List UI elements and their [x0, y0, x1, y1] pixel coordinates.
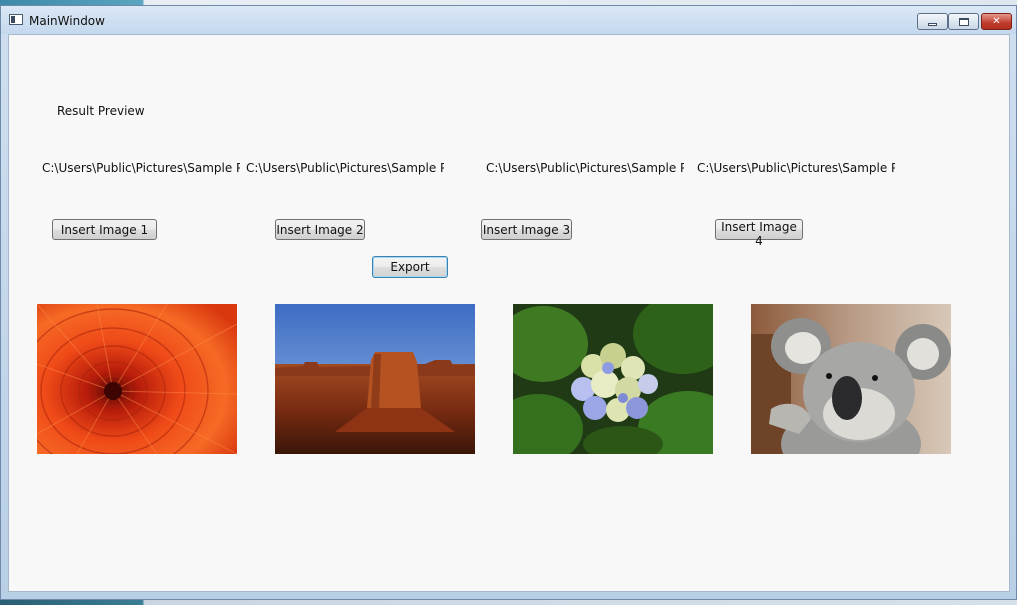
main-window: MainWindow ✕ Result Preview C:\Users\Pub… — [0, 5, 1017, 600]
image-path-4: C:\Users\Public\Pictures\Sample Pictures… — [697, 161, 895, 175]
image-path-1: C:\Users\Public\Pictures\Sample Pictures… — [42, 161, 240, 175]
result-preview-label: Result Preview — [57, 104, 145, 118]
chrysanthemum-image — [37, 304, 237, 454]
preview-image-3 — [513, 304, 713, 454]
preview-image-2 — [275, 304, 475, 454]
image-path-2: C:\Users\Public\Pictures\Sample Pictures… — [246, 161, 444, 175]
insert-image-4-button[interactable]: Insert Image 4 — [715, 219, 803, 248]
hydrangeas-image — [513, 304, 713, 454]
window-title: MainWindow — [29, 14, 105, 28]
close-button[interactable]: ✕ — [981, 13, 1012, 30]
window-app-icon[interactable] — [9, 14, 23, 25]
export-button[interactable]: Export — [372, 256, 448, 278]
preview-image-4 — [751, 304, 951, 454]
close-icon: ✕ — [992, 16, 1001, 27]
desert-image — [275, 304, 475, 454]
image-path-3: C:\Users\Public\Pictures\Sample Pictures… — [486, 161, 684, 175]
minimize-icon — [928, 22, 937, 26]
insert-image-3-button[interactable]: Insert Image 3 — [481, 219, 572, 240]
maximize-icon — [958, 17, 969, 26]
insert-image-1-button[interactable]: Insert Image 1 — [52, 219, 157, 240]
title-bar[interactable]: MainWindow ✕ — [1, 6, 1016, 34]
insert-image-2-button[interactable]: Insert Image 2 — [275, 219, 365, 240]
window-client-area: Result Preview C:\Users\Public\Pictures\… — [8, 34, 1010, 592]
minimize-button[interactable] — [917, 13, 948, 30]
maximize-button[interactable] — [948, 13, 979, 30]
preview-image-1 — [37, 304, 237, 454]
koala-image — [751, 304, 951, 454]
